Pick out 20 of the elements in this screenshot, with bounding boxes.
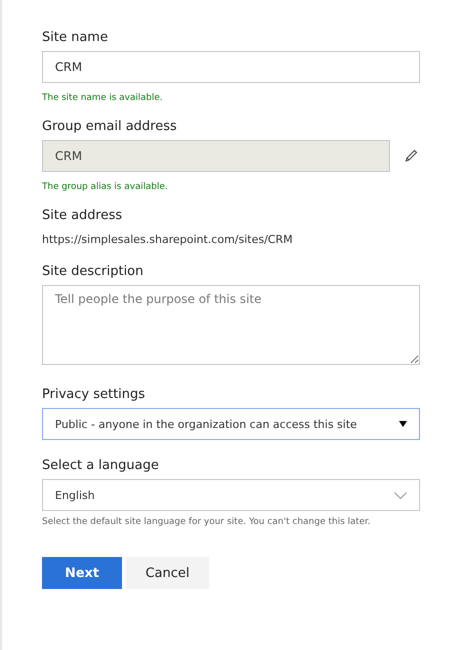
field-label: Site name xyxy=(42,30,109,45)
site-address: https://simplesales.sharepoint.com/sites/CRM xyxy=(42,233,294,246)
status-message: The group alias is available. xyxy=(42,182,169,192)
field-label: Site address xyxy=(42,208,124,223)
privacy-dropdown[interactable]: Public - anyone in the organization can access this site xyxy=(42,408,420,440)
field-label: Site description xyxy=(42,264,144,279)
language-dropdown[interactable]: English xyxy=(42,479,420,511)
field-label: Select a language xyxy=(42,458,160,473)
status-message: The site name is available. xyxy=(42,93,164,103)
hint-text: Select the default site language for your site. You can't change this later. xyxy=(42,517,372,527)
input-field: CRM xyxy=(42,140,390,172)
cancel-button[interactable]: Cancel xyxy=(126,557,209,589)
chevron-down-icon xyxy=(394,492,407,498)
input-field[interactable]: CRM xyxy=(42,51,420,83)
field-label: Group email address xyxy=(42,119,178,134)
field-label: Privacy settings xyxy=(42,387,146,402)
pencil-icon[interactable] xyxy=(404,149,418,163)
description-field[interactable]: Tell people the purpose of this site xyxy=(42,285,420,365)
dropdown-arrow-icon xyxy=(399,421,407,427)
next-button[interactable]: Next xyxy=(42,557,122,589)
